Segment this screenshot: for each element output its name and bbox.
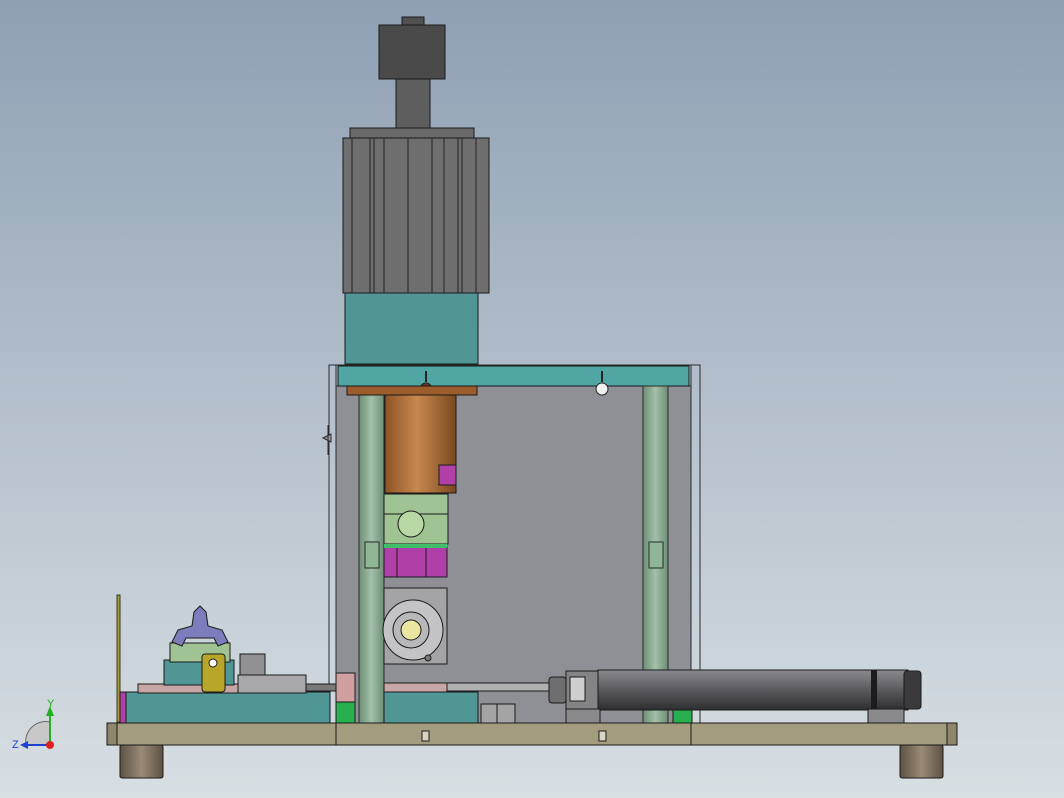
clamp-pivot (208, 658, 218, 668)
cylinder-mount-rear (867, 708, 905, 724)
motor-adapter-plate (344, 292, 479, 365)
triad-z-label: Z (12, 739, 19, 751)
base-green-left (335, 701, 356, 724)
magenta-block-row (383, 546, 448, 578)
motor-neck (395, 78, 431, 130)
cylinder-rear-nut (903, 670, 922, 710)
spacer-green (384, 544, 447, 548)
fixture-cap (239, 653, 266, 676)
frame-assembly[interactable] (321, 364, 701, 724)
base-plate (106, 722, 958, 746)
coupling-boss (397, 510, 425, 538)
motor-top-cap (378, 24, 446, 80)
foot-left (119, 744, 164, 779)
triad-x-axis (46, 741, 54, 749)
cylinder-rod-nut (548, 676, 567, 704)
triad-y-label: Y (47, 698, 55, 710)
foot-right (899, 744, 944, 779)
base-screw-left (421, 730, 430, 742)
sensor-box (480, 703, 516, 724)
fixture-grey-block (237, 674, 307, 694)
reducer-flange (346, 385, 478, 396)
top-plate (337, 365, 690, 387)
base-screw-right (598, 730, 607, 742)
column-clamp-left (364, 541, 380, 569)
cad-viewport[interactable]: Y Z (0, 0, 1064, 798)
reducer-sensor (438, 464, 457, 486)
fixture-left-pad (119, 691, 127, 724)
motor-body (342, 137, 490, 294)
cylinder-mount-front (565, 708, 601, 724)
base-edge-left (106, 722, 118, 746)
fixture-connector (305, 683, 337, 692)
piston-rod (446, 682, 558, 692)
base-edge-right (946, 722, 958, 746)
lower-teal-block (383, 691, 479, 724)
cylinder-ring (871, 670, 877, 710)
bearing-pin (424, 654, 432, 662)
bearing-inner (400, 619, 422, 641)
motor-flange (349, 127, 475, 140)
column-clamp-right (648, 541, 664, 569)
base-pink-block (335, 672, 356, 704)
coupling-block-top (383, 493, 449, 515)
fixture-base-plate (119, 691, 331, 724)
cylinder-front-window (569, 676, 586, 702)
cylinder-barrel (597, 669, 909, 711)
